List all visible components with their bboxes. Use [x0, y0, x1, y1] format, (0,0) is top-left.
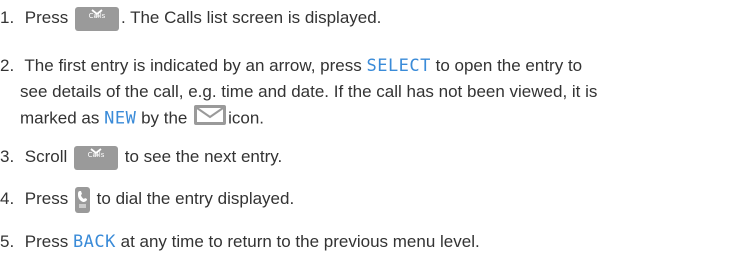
- step-text: by the: [141, 108, 188, 128]
- step-text: Press: [24, 8, 69, 27]
- step-text: Press: [24, 189, 69, 208]
- step-text: . The Calls list screen is displayed.: [120, 8, 382, 27]
- step-text: Press: [24, 232, 69, 251]
- envelope-icon: [194, 105, 227, 133]
- step-number: 3.: [0, 147, 15, 166]
- lcd-select-text: SELECT: [366, 56, 431, 76]
- step-number: 2.: [0, 56, 15, 75]
- talk-key-icon: [74, 186, 90, 213]
- calls-key-icon: Calls: [74, 6, 119, 31]
- step-text: The first entry is indicated by an arrow…: [24, 56, 362, 75]
- calls-key-label: Calls: [87, 150, 105, 159]
- step-number: 5.: [0, 232, 15, 251]
- step-text: Scroll: [24, 147, 68, 166]
- step-text: icon.: [228, 108, 265, 128]
- step-text: marked as: [20, 108, 100, 128]
- lcd-new-text: NEW: [104, 108, 137, 129]
- step-1: 1. Press Calls . The Calls list screen i…: [0, 5, 381, 31]
- step-number: 1.: [0, 8, 15, 27]
- step-text-line2: see details of the call, e.g. time and d…: [20, 82, 598, 101]
- step-text: to dial the entry displayed.: [96, 189, 295, 208]
- calls-key-label: Calls: [88, 11, 106, 20]
- calls-key-icon: Calls: [73, 145, 118, 170]
- step-number: 4.: [0, 189, 15, 208]
- step-text: to see the next entry.: [124, 147, 283, 166]
- step-5: 5. Press BACK at any time to return to t…: [0, 229, 480, 255]
- step-3: 3. Scroll Calls to see the next entry.: [0, 144, 282, 170]
- step-text: at any time to return to the previous me…: [120, 232, 480, 251]
- step-2: 2. The first entry is indicated by an ar…: [0, 53, 597, 133]
- lcd-back-text: BACK: [72, 232, 116, 252]
- step-text: to open the entry to: [435, 56, 583, 75]
- step-4: 4. Press to dial the entry displayed.: [0, 186, 294, 213]
- instruction-list: 1. Press Calls . The Calls list screen i…: [0, 0, 730, 264]
